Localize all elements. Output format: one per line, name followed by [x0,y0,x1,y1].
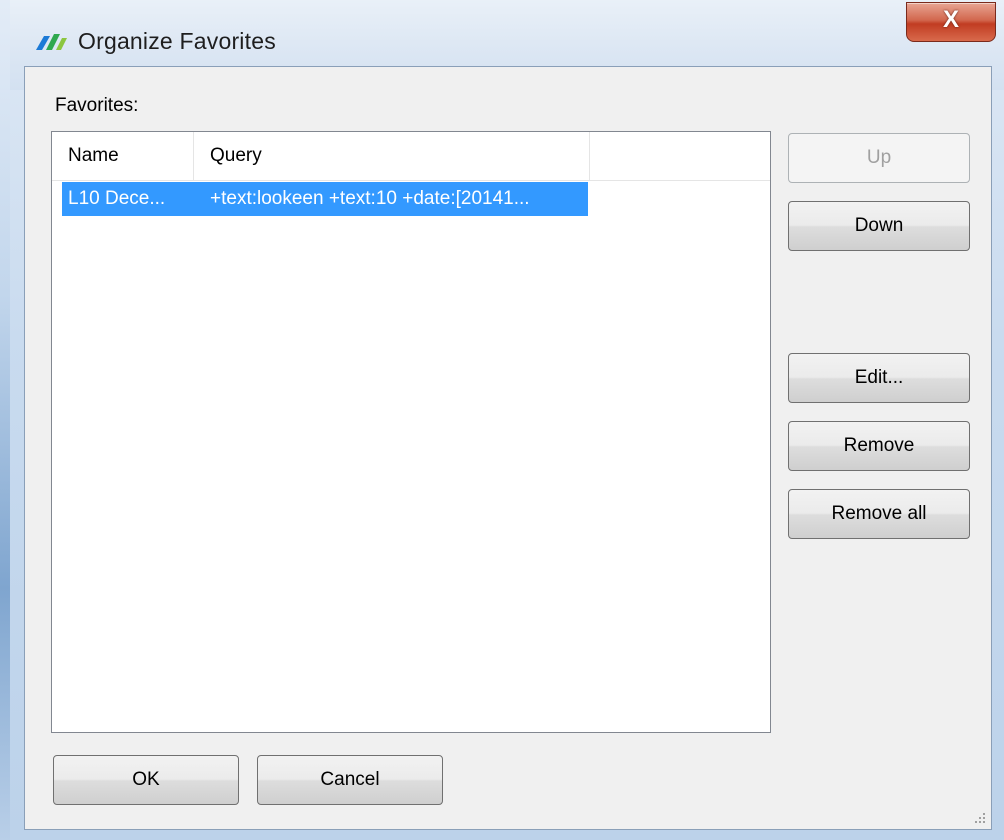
remove-all-button[interactable]: Remove all [788,489,970,539]
down-button[interactable]: Down [788,201,970,251]
column-header-name[interactable]: Name [52,132,194,180]
list-item-name: L10 Dece... [68,188,166,209]
close-icon: X [942,6,959,33]
remove-button[interactable]: Remove [788,421,970,471]
favorites-label: Favorites: [55,95,139,116]
close-button[interactable]: X [906,2,996,42]
list-item[interactable]: L10 Dece... +text:lookeen +text:10 +date… [62,182,588,216]
cancel-button[interactable]: Cancel [257,755,443,805]
window-title: Organize Favorites [78,28,276,54]
column-header-query[interactable]: Query [194,132,590,180]
resize-grip-icon[interactable] [973,811,987,825]
up-button[interactable]: Up [788,133,970,183]
ok-button[interactable]: OK [53,755,239,805]
list-header: Name Query [52,132,770,181]
edit-button[interactable]: Edit... [788,353,970,403]
column-header-filler [590,132,770,180]
favorites-app-icon [36,34,67,50]
client-area: Favorites: Name Query L10 Dece... +text:… [24,66,992,830]
dialog-window: Organize Favorites X Favorites: Name Que… [0,0,1004,840]
list-item-query: +text:lookeen +text:10 +date:[20141... [210,188,530,209]
favorites-list[interactable]: Name Query L10 Dece... +text:lookeen +te… [51,131,771,733]
window-border [0,0,10,840]
